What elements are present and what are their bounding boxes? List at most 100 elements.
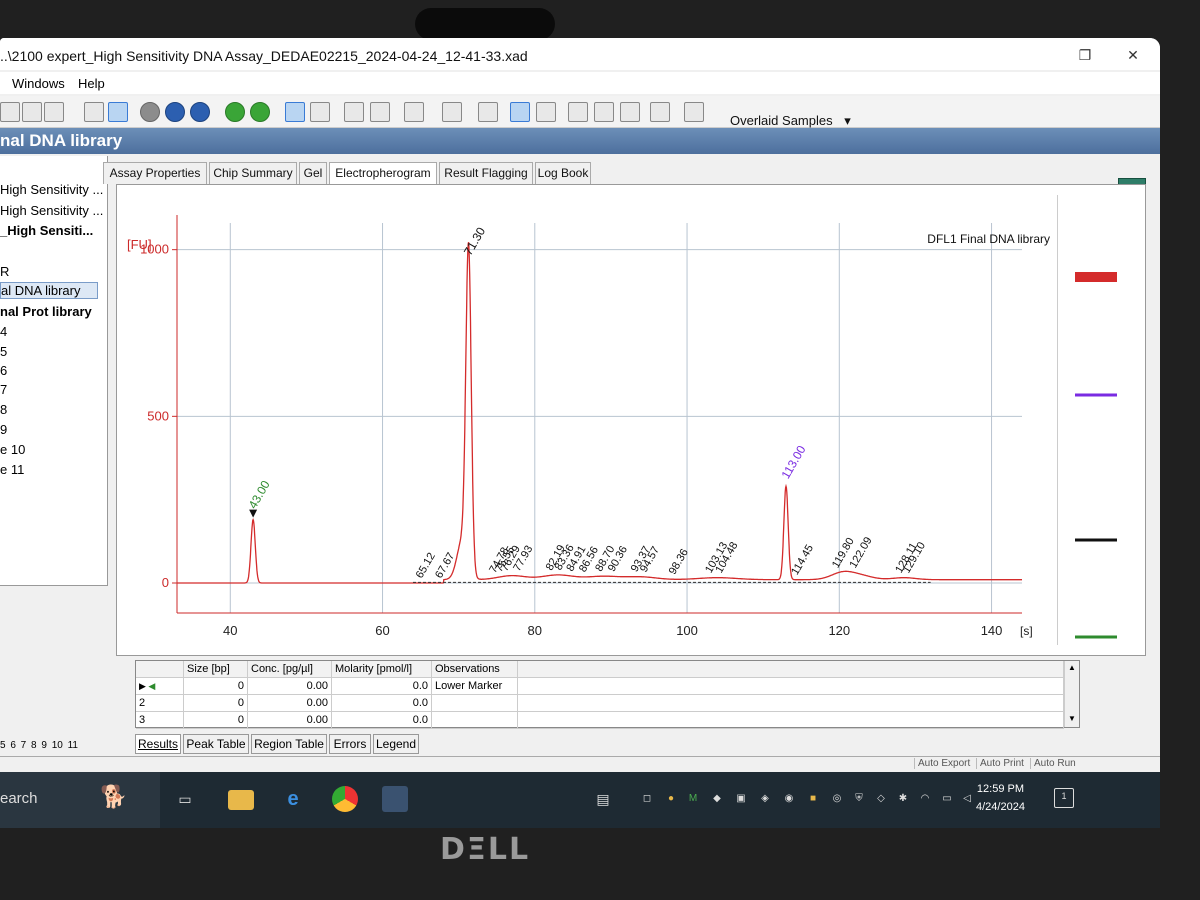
tray-icon[interactable]: ◉ [782, 792, 796, 806]
scale-icon[interactable] [684, 102, 704, 122]
tree-item[interactable]: 9 [0, 422, 7, 437]
peak-label: 113.00 [778, 443, 808, 481]
x-unit-label: [s] [1020, 624, 1033, 638]
menu-windows[interactable]: Windows [12, 76, 65, 91]
chip-icon[interactable] [22, 102, 42, 122]
clock-time: 12:59 PM [976, 783, 1025, 795]
table-scrollbar[interactable]: ▲ ▼ [1064, 661, 1079, 727]
small-peak-label: 67.67 [433, 551, 457, 581]
scroll-up-icon[interactable]: ▲ [1065, 663, 1079, 672]
taskbar-clock[interactable]: 12:59 PM 4/24/2024 [976, 780, 1025, 816]
bluetooth-icon[interactable]: ✱ [896, 792, 910, 806]
table-view-icon[interactable] [310, 102, 330, 122]
tab-region-table[interactable]: Region Table [251, 734, 327, 754]
battery-icon[interactable]: ▭ [940, 792, 954, 806]
tree-item[interactable]: 4 [0, 324, 7, 339]
tray-icon[interactable]: ● [664, 792, 678, 806]
tray-icon[interactable]: ◇ [874, 792, 888, 806]
forward-arrow-icon[interactable] [250, 102, 270, 122]
tab-chip-summary[interactable]: Chip Summary [209, 162, 297, 184]
tab-results[interactable]: Results [135, 734, 181, 754]
tray-icon[interactable]: ▣ [734, 792, 748, 806]
annotate-icon[interactable] [510, 102, 530, 122]
grid-icon[interactable] [568, 102, 588, 122]
zoom-icon[interactable] [344, 102, 364, 122]
legend-swatch [1075, 538, 1117, 542]
title-bar: ..\2100 expert_High Sensitivity DNA Assa… [0, 38, 1160, 70]
tray-icon[interactable]: M [686, 792, 700, 806]
small-peak-label: 114.45 [789, 543, 816, 577]
shield-icon[interactable]: ⛨ [852, 792, 866, 806]
tab-assay-properties[interactable]: Assay Properties [103, 162, 207, 184]
tab-log-book[interactable]: Log Book [535, 162, 591, 184]
trace-icon[interactable] [536, 102, 556, 122]
gel-view-icon[interactable] [44, 102, 64, 122]
single-view-icon[interactable] [285, 102, 305, 122]
back-arrow-icon[interactable] [225, 102, 245, 122]
peak-find-icon[interactable] [404, 102, 424, 122]
edge-icon[interactable]: e [280, 786, 306, 812]
tray-icon[interactable]: ■ [806, 792, 820, 806]
tray-icon[interactable]: ◎ [830, 792, 844, 806]
tree-item[interactable]: High Sensitivity ... [0, 203, 103, 218]
x-tick-label: 140 [981, 623, 1003, 638]
row-id[interactable]: 2 [136, 695, 184, 712]
data-view-icon[interactable] [84, 102, 104, 122]
marker-icon[interactable] [478, 102, 498, 122]
tab-legend[interactable]: Legend [373, 734, 419, 754]
sample-title: nal DNA library [0, 131, 123, 150]
tree-item[interactable]: e 10 [0, 442, 25, 457]
tree-item[interactable]: R [0, 264, 9, 279]
volume-icon[interactable]: ◁ [960, 792, 974, 806]
tray-icon[interactable]: ◈ [758, 792, 772, 806]
play-icon[interactable] [140, 102, 160, 122]
copy-icon[interactable] [620, 102, 640, 122]
hand-tool-icon[interactable] [442, 102, 462, 122]
electropherogram-view-icon[interactable] [108, 102, 128, 122]
tab-peak-table[interactable]: Peak Table [183, 734, 249, 754]
expert-app-icon[interactable] [382, 786, 408, 812]
stop-icon[interactable] [190, 102, 210, 122]
task-view-icon[interactable]: ▭ [172, 786, 198, 812]
taskbar-search[interactable]: earch 🐕 [0, 772, 160, 828]
tree-item[interactable]: _High Sensiti... [0, 223, 93, 238]
row-1-marker[interactable]: ▶ ◀ [136, 678, 184, 695]
cell-observation [432, 695, 518, 712]
chrome-icon[interactable] [332, 786, 358, 812]
scroll-down-icon[interactable]: ▼ [1065, 714, 1079, 723]
menu-help[interactable]: Help [78, 76, 105, 91]
tree-item[interactable]: 8 [0, 402, 7, 417]
tab-errors[interactable]: Errors [329, 734, 371, 754]
electropherogram-plot[interactable]: [FU] 0 500 1000 40 60 80 100 120 140 [s] 43.00 71.30… [116, 184, 1146, 656]
cell-molarity: 0.0 [332, 712, 432, 729]
col-conc: Conc. [pg/µl] [248, 661, 332, 678]
tab-result-flagging[interactable]: Result Flagging [439, 162, 533, 184]
tab-electropherogram[interactable]: Electropherogram [329, 162, 437, 186]
row-id[interactable]: 3 [136, 712, 184, 729]
tree-item[interactable]: High Sensitivity ... [0, 182, 103, 197]
restore-button[interactable]: ❐ [1070, 44, 1100, 66]
tree-item[interactable]: nal Prot library [0, 304, 92, 319]
zoom-fit-icon[interactable] [370, 102, 390, 122]
close-button[interactable]: ✕ [1118, 44, 1148, 66]
tray-icon[interactable]: ◆ [710, 792, 724, 806]
tree-item-selected[interactable]: al DNA library [0, 282, 98, 299]
tree-item[interactable]: e 11 [0, 462, 24, 477]
grid-view-icon[interactable] [0, 102, 20, 122]
tree-item[interactable]: 6 [0, 363, 7, 378]
tree-item[interactable]: 5 [0, 344, 7, 359]
news-icon[interactable]: ▤ [590, 786, 616, 812]
tab-gel[interactable]: Gel [299, 162, 327, 184]
export-icon[interactable] [594, 102, 614, 122]
overlaid-samples-dropdown[interactable]: Overlaid Samples ▾ [730, 113, 851, 129]
wifi-icon[interactable]: ◠ [918, 792, 932, 806]
status-bar: Auto Export Auto Print Auto Run [0, 756, 1160, 770]
file-explorer-icon[interactable] [228, 790, 254, 810]
cell-molarity: 0.0 [332, 678, 432, 695]
col-observations: Observations [432, 661, 518, 678]
print-icon[interactable] [650, 102, 670, 122]
pause-icon[interactable] [165, 102, 185, 122]
notification-icon[interactable]: 1 [1054, 788, 1074, 808]
tray-icon[interactable]: ◻ [640, 792, 654, 806]
tree-item[interactable]: 7 [0, 382, 7, 397]
